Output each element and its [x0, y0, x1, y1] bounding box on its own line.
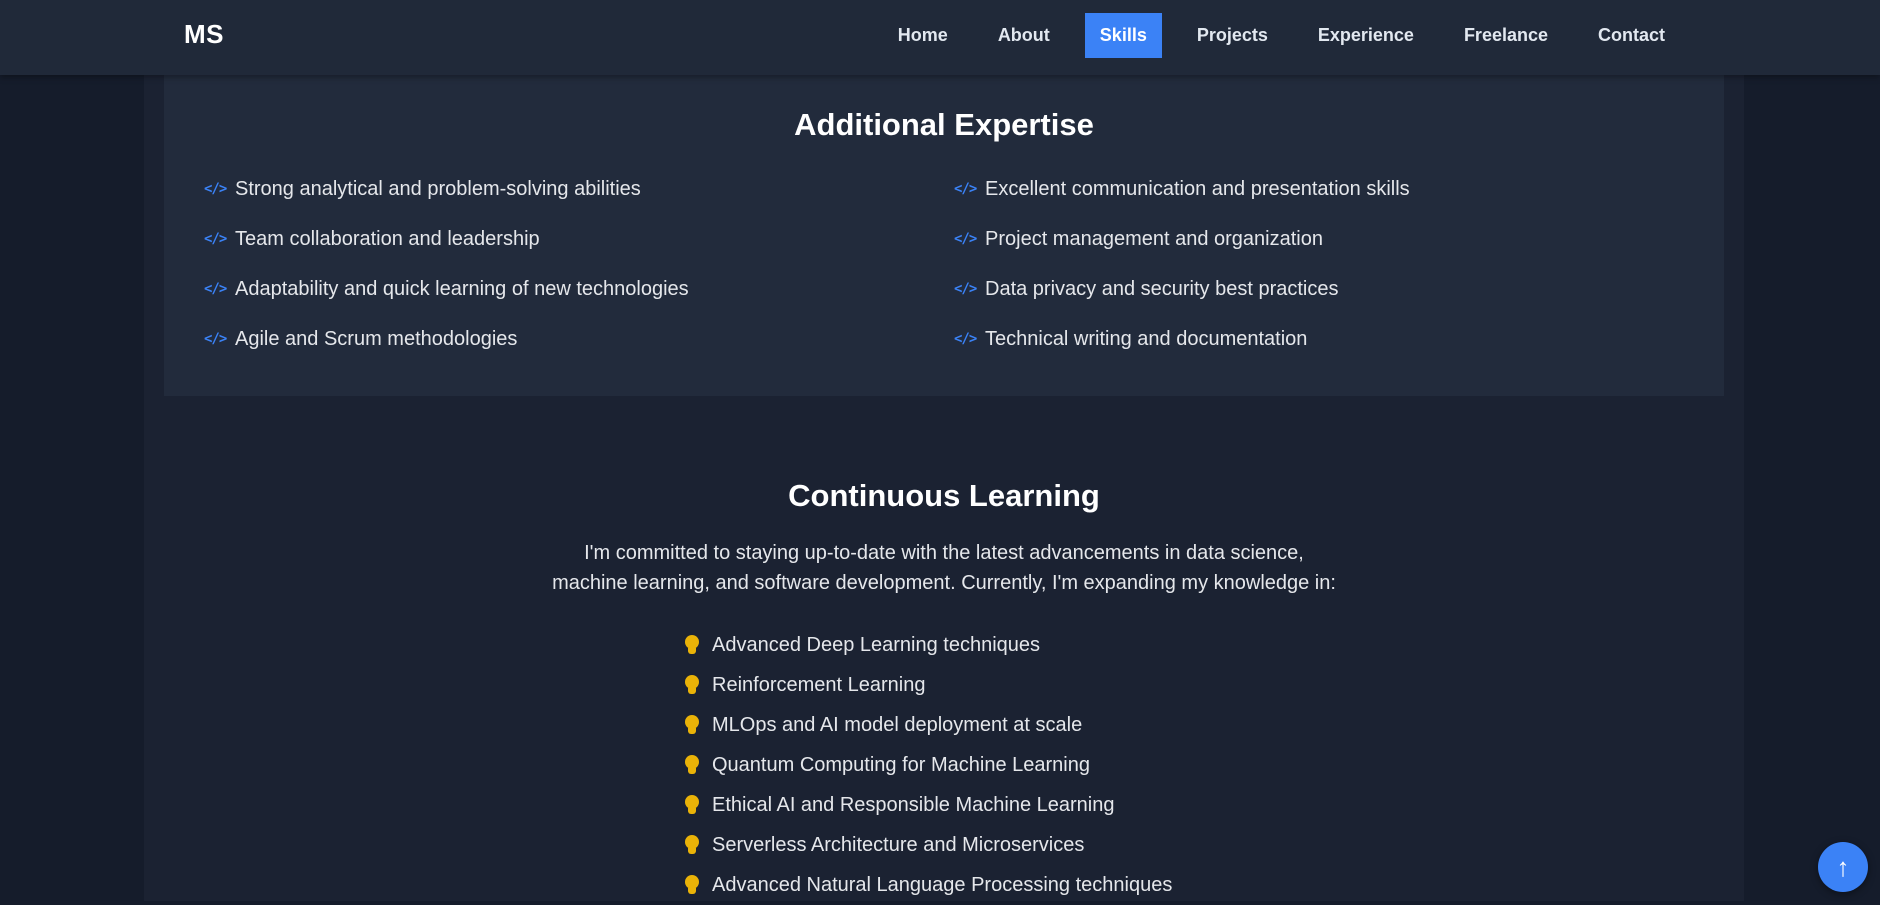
lightbulb-icon	[684, 874, 700, 896]
scroll-to-top-button[interactable]: ↑	[1818, 842, 1868, 892]
nav-link-home[interactable]: Home	[873, 13, 973, 58]
code-icon: </>	[204, 331, 227, 347]
expertise-item-label: Data privacy and security best practices	[985, 277, 1339, 300]
navbar: MS Home About Skills Projects Experience…	[0, 0, 1880, 75]
arrow-up-icon: ↑	[1836, 851, 1850, 882]
expertise-item-label: Strong analytical and problem-solving ab…	[235, 177, 641, 200]
continuous-learning-section: Continuous Learning I'm committed to sta…	[144, 460, 1744, 901]
expertise-item-label: Excellent communication and presentation…	[985, 177, 1410, 200]
additional-expertise-card: Additional Expertise </> Strong analytica…	[164, 75, 1724, 396]
learning-item: MLOps and AI model deployment at scale	[684, 705, 1172, 745]
code-icon: </>	[204, 231, 227, 247]
expertise-item: </> Technical writing and documentation	[954, 325, 1704, 353]
learning-item-label: Quantum Computing for Machine Learning	[712, 753, 1090, 776]
expertise-item: </> Team collaboration and leadership	[204, 225, 954, 253]
code-icon: </>	[954, 231, 977, 247]
lightbulb-icon	[684, 794, 700, 816]
expertise-item-label: Agile and Scrum methodologies	[235, 327, 518, 350]
lightbulb-icon	[684, 714, 700, 736]
learning-item-label: Serverless Architecture and Microservice…	[712, 833, 1085, 856]
nav-link-skills[interactable]: Skills	[1084, 13, 1162, 58]
learning-item: Serverless Architecture and Microservice…	[684, 825, 1172, 865]
expertise-item: </> Strong analytical and problem-solving…	[204, 175, 954, 203]
lightbulb-icon	[684, 834, 700, 856]
site-logo[interactable]: MS	[184, 19, 224, 50]
learning-item-label: Reinforcement Learning	[712, 673, 926, 696]
expertise-item: </> Project management and organization	[954, 225, 1704, 253]
expertise-item-label: Project management and organization	[985, 227, 1323, 250]
nav-link-freelance[interactable]: Freelance	[1439, 13, 1573, 58]
section-title: Continuous Learning	[788, 478, 1100, 513]
nav-link-projects[interactable]: Projects	[1172, 13, 1293, 58]
expertise-item: </> Data privacy and security best practi…	[954, 275, 1704, 303]
learning-item-label: Ethical AI and Responsible Machine Learn…	[712, 793, 1115, 816]
expertise-item: </> Agile and Scrum methodologies	[204, 325, 954, 353]
code-icon: </>	[954, 281, 977, 297]
section-title: Additional Expertise	[794, 107, 1094, 142]
expertise-item-label: Team collaboration and leadership	[235, 227, 540, 250]
code-icon: </>	[954, 331, 977, 347]
code-icon: </>	[954, 181, 977, 197]
learning-intro: I'm committed to staying up-to-date with…	[144, 538, 1744, 598]
learning-item: Quantum Computing for Machine Learning	[684, 745, 1172, 785]
nav-link-experience[interactable]: Experience	[1293, 13, 1439, 58]
expertise-item: </> Adaptability and quick learning of ne…	[204, 275, 954, 303]
learning-list: Advanced Deep Learning techniques Reinfo…	[684, 625, 1172, 905]
expertise-item-label: Adaptability and quick learning of new t…	[235, 277, 689, 300]
learning-intro-line: I'm committed to staying up-to-date with…	[584, 542, 1304, 564]
learning-item-label: MLOps and AI model deployment at scale	[712, 713, 1083, 736]
learning-intro-line: machine learning, and software developme…	[552, 572, 1336, 594]
lightbulb-icon	[684, 754, 700, 776]
code-icon: </>	[204, 181, 227, 197]
nav-links: Home About Skills Projects Experience Fr…	[873, 13, 1690, 58]
learning-item: Advanced Deep Learning techniques	[684, 625, 1172, 665]
lightbulb-icon	[684, 634, 700, 656]
nav-link-contact[interactable]: Contact	[1573, 13, 1690, 58]
expertise-item: </> Excellent communication and presentat…	[954, 175, 1704, 203]
nav-link-about[interactable]: About	[973, 13, 1075, 58]
learning-item-label: Advanced Deep Learning techniques	[712, 633, 1041, 656]
code-icon: </>	[204, 281, 227, 297]
lightbulb-icon	[684, 674, 700, 696]
learning-item-label: Advanced Natural Language Processing tec…	[712, 873, 1173, 896]
learning-item: Ethical AI and Responsible Machine Learn…	[684, 785, 1172, 825]
learning-item: Reinforcement Learning	[684, 665, 1172, 705]
expertise-item-label: Technical writing and documentation	[985, 327, 1308, 350]
learning-item: Advanced Natural Language Processing tec…	[684, 865, 1172, 905]
expertise-list: </> Strong analytical and problem-solving…	[204, 175, 1704, 353]
